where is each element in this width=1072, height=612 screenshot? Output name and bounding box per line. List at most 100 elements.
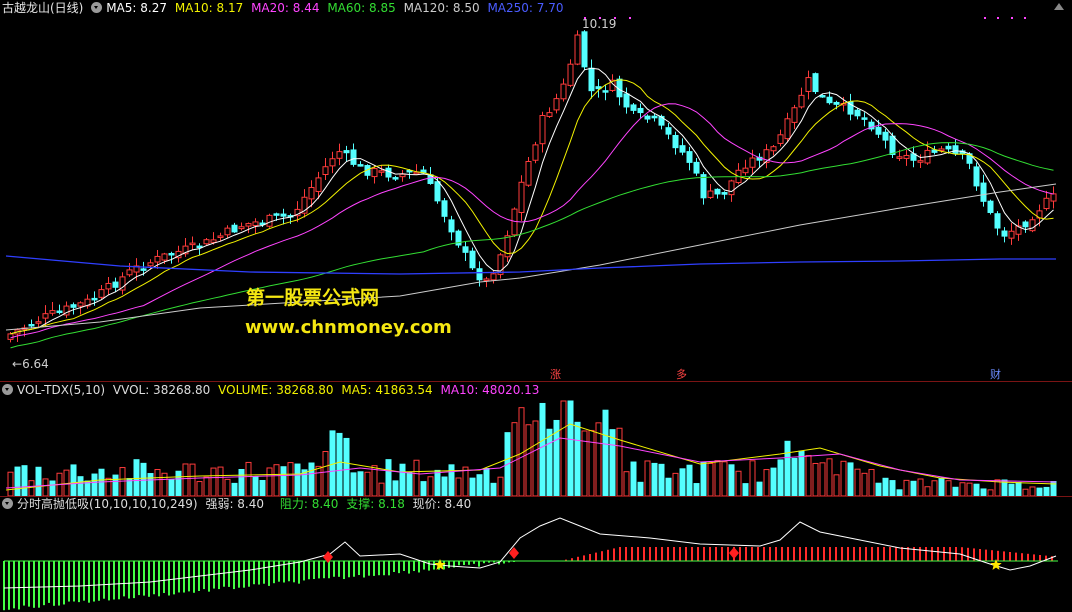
candle-body	[1022, 221, 1029, 228]
volume-bar	[721, 461, 728, 496]
signal-dot	[997, 17, 999, 19]
sell-signal-marker	[729, 547, 739, 559]
volume-panel[interactable]: VOL-TDX(5,10) VVOL: 38268.80 VOLUME: 382…	[0, 382, 1072, 496]
candle-body	[329, 158, 336, 167]
candle-body	[882, 131, 889, 141]
candle-body	[70, 304, 77, 308]
volume-bar	[1008, 483, 1015, 496]
ma5-value: MA5: 8.27	[106, 1, 167, 15]
collapse-icon[interactable]	[1054, 3, 1064, 10]
candle-body	[448, 219, 455, 233]
volume-bar	[98, 468, 105, 496]
indicator-panel[interactable]: 分时高抛低吸(10,10,10,10,249) 强弱: 8.40 阻力: 8.4…	[0, 496, 1072, 612]
volume-bar	[973, 483, 980, 496]
candle-body	[952, 145, 959, 155]
candle-body	[770, 146, 777, 152]
indicator-chart[interactable]	[0, 496, 1072, 612]
candle-body	[742, 167, 749, 174]
volume-bar	[1022, 488, 1029, 496]
watermark-title: 第一股票公式网	[246, 287, 380, 309]
volume-bar	[616, 427, 623, 496]
volume-bar	[567, 400, 574, 496]
volume-bar	[966, 482, 973, 496]
candle-body	[945, 145, 952, 150]
candle-body	[1008, 230, 1015, 239]
candle-body	[217, 235, 224, 238]
candle-body	[210, 239, 217, 243]
volume-bar	[875, 482, 882, 496]
volume-bar	[21, 465, 28, 496]
candle-body	[574, 34, 581, 65]
volume-bar	[140, 462, 147, 496]
candle-body	[826, 96, 833, 104]
candle-body	[322, 166, 329, 175]
volume-bar	[700, 461, 707, 496]
candle-body	[833, 101, 840, 105]
volume-bar	[196, 481, 203, 496]
volume-bar	[1043, 486, 1050, 496]
volume-bar	[301, 469, 308, 496]
candle-body	[581, 31, 588, 68]
volume-bar	[105, 477, 112, 496]
gear-icon[interactable]	[91, 2, 103, 13]
volume-value: VOLUME: 38268.80	[218, 383, 334, 397]
volume-bar	[574, 421, 581, 496]
support-value: 支撑: 8.18	[346, 497, 405, 511]
candle-body	[791, 107, 798, 123]
candlestick-chart[interactable]	[0, 0, 1072, 382]
signal-dot	[629, 17, 631, 19]
candle-body	[28, 324, 35, 327]
event-marker-duo[interactable]: 多	[676, 366, 687, 382]
volume-bar	[392, 480, 399, 496]
volume-bar	[539, 402, 546, 496]
resistance-value: 阻力: 8.40	[279, 497, 339, 511]
volume-chart[interactable]	[0, 382, 1072, 496]
volume-bar	[490, 482, 497, 496]
candle-body	[777, 134, 784, 144]
candle-body	[651, 115, 658, 119]
volume-bar	[455, 477, 462, 496]
candle-body	[994, 213, 1001, 229]
volume-bar	[532, 420, 539, 496]
volume-bar	[336, 432, 343, 496]
candle-body	[245, 223, 252, 227]
volume-bar	[371, 465, 378, 496]
candle-body	[1043, 197, 1050, 210]
gear-icon[interactable]	[2, 384, 13, 395]
volume-bar	[588, 429, 595, 496]
signal-dot	[1011, 17, 1013, 19]
candle-body	[336, 151, 343, 159]
volume-bar	[889, 480, 896, 496]
candle-body	[49, 310, 56, 314]
volume-bar	[385, 459, 392, 496]
volume-bar	[28, 480, 35, 496]
candle-body	[644, 115, 651, 120]
volume-bar	[686, 464, 693, 496]
ma250-value: MA250: 7.70	[487, 1, 564, 15]
volume-bar	[224, 478, 231, 496]
volume-bar	[630, 461, 637, 496]
volume-bar	[623, 471, 630, 496]
volume-bar	[819, 462, 826, 496]
candle-body	[903, 154, 910, 159]
strength-value: 强弱: 8.40	[205, 497, 265, 511]
candle-body	[784, 118, 791, 140]
signal-dot	[984, 17, 986, 19]
volume-bar	[133, 459, 140, 496]
volume-bar	[420, 481, 427, 496]
volume-bar	[812, 462, 819, 496]
indicator-name: 分时高抛低吸(10,10,10,10,249)	[17, 497, 198, 511]
event-marker-zhang[interactable]: 涨	[550, 366, 561, 382]
candle-body	[721, 192, 728, 195]
candle-body	[805, 77, 812, 92]
volume-bar	[77, 476, 84, 496]
volume-bar	[714, 460, 721, 496]
volume-bar	[469, 477, 476, 496]
vvol-value: VVOL: 38268.80	[112, 383, 211, 397]
volume-bar	[315, 465, 322, 496]
volume-bar	[203, 476, 210, 496]
event-marker-cai[interactable]: 财	[990, 366, 1001, 382]
price-chart-panel[interactable]: 古越龙山(日线) MA5: 8.27 MA10: 8.17 MA20: 8.44…	[0, 0, 1072, 382]
volume-bar	[259, 479, 266, 496]
gear-icon[interactable]	[2, 498, 13, 509]
